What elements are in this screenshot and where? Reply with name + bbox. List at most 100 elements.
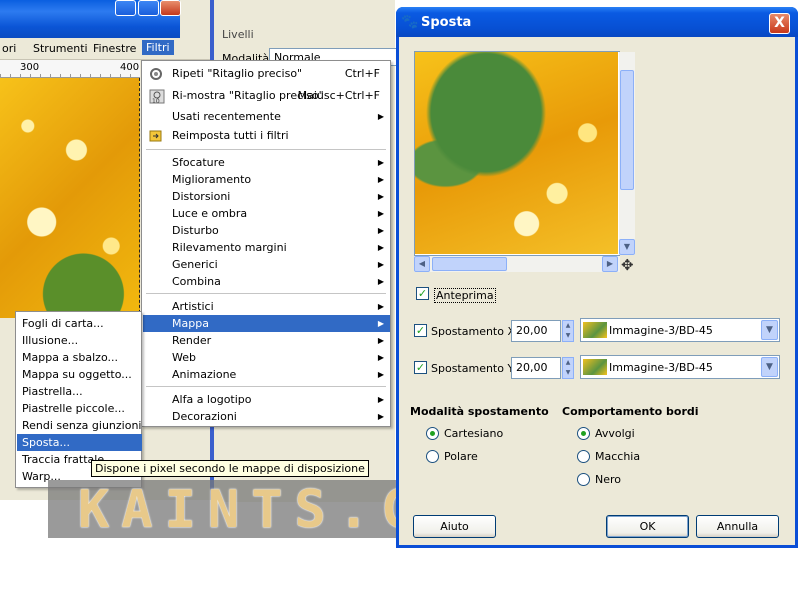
menu-strumenti[interactable]: Strumenti [33, 42, 88, 55]
ruler-label: 300 [20, 62, 40, 73]
menu-item-decorazioni[interactable]: Decorazioni ▶ [143, 408, 390, 425]
close-window-button[interactable] [160, 0, 181, 16]
repeat-filter-icon [149, 67, 163, 80]
submenu-item-mappa-sbalzo[interactable]: Mappa a sbalzo... [17, 349, 142, 366]
menu-item-disturbo[interactable]: Disturbo ▶ [143, 222, 390, 239]
displacement-y-input[interactable]: 20,00 [511, 357, 561, 379]
menu-separator [146, 293, 386, 294]
displacement-x-input[interactable]: 20,00 [511, 320, 561, 342]
submenu-arrow-icon: ▶ [377, 209, 384, 218]
submenu-arrow-icon: ▶ [377, 319, 384, 328]
cancel-button[interactable]: Annulla [696, 515, 779, 538]
shortcut-label: Maiusc+Ctrl+F [297, 89, 380, 102]
menu-item-label: Mappa [172, 317, 209, 330]
radio-wrap[interactable] [577, 427, 590, 440]
displacement-x-spinner[interactable]: ▲ ▼ [562, 320, 574, 342]
maximize-button[interactable] [138, 0, 159, 16]
dialog-body: ▼ ◀ ▶ ✥ ✓ Anteprima ✓ Spostamento X 20,0… [399, 37, 795, 545]
preview-horizontal-scrollbar[interactable]: ◀ ▶ [414, 256, 620, 272]
menu-item-label: Alfa a logotipo [172, 393, 252, 406]
menu-item-animazione[interactable]: Animazione ▶ [143, 366, 390, 383]
menu-partial[interactable]: ori [2, 42, 16, 55]
image-menubar: ori Strumenti Finestre Filtri [0, 38, 210, 60]
menu-item-label: Usati recentemente [172, 110, 281, 123]
scrollbar-thumb[interactable] [620, 70, 634, 190]
preview-checkbox[interactable]: ✓ [416, 287, 429, 300]
scroll-left-icon[interactable]: ◀ [414, 256, 430, 272]
menu-item-rilevamento[interactable]: Rilevamento margini ▶ [143, 239, 390, 256]
navigate-icon[interactable]: ✥ [621, 256, 634, 274]
shortcut-label: Ctrl+F [344, 67, 380, 80]
menu-finestre[interactable]: Finestre [93, 42, 136, 55]
displacement-x-checkbox[interactable]: ✓ [414, 324, 427, 337]
radio-black[interactable] [577, 473, 590, 486]
menu-item-label: Animazione [172, 368, 237, 381]
scrollbar-thumb[interactable] [432, 257, 507, 271]
preview-vertical-scrollbar[interactable]: ▼ [619, 52, 635, 255]
displacement-y-spinner[interactable]: ▲ ▼ [562, 357, 574, 379]
horizontal-ruler: 300 400 [0, 60, 140, 78]
menu-item-label: Distorsioni [172, 190, 231, 203]
preview-image[interactable] [415, 52, 618, 254]
image-canvas[interactable] [0, 78, 140, 318]
submenu-arrow-icon: ▶ [377, 277, 384, 286]
submenu-arrow-icon: ▶ [377, 243, 384, 252]
submenu-item-piastrella[interactable]: Piastrella... [17, 383, 142, 400]
menu-filtri[interactable]: Filtri [142, 40, 174, 55]
dialog-title: Sposta [421, 15, 472, 30]
close-button[interactable]: X [769, 13, 790, 34]
levels-label: Livelli [222, 28, 254, 41]
radio-wrap-label: Avvolgi [595, 427, 635, 440]
submenu-arrow-icon: ▶ [377, 175, 384, 184]
menu-item-luce-ombra[interactable]: Luce e ombra ▶ [143, 205, 390, 222]
menu-item-repeat[interactable]: Ripeti "Ritaglio preciso" Ctrl+F [143, 65, 390, 82]
chevron-down-icon[interactable]: ▼ [761, 357, 778, 377]
menu-item-distorsioni[interactable]: Distorsioni ▶ [143, 188, 390, 205]
menu-item-sfocature[interactable]: Sfocature ▶ [143, 154, 390, 171]
submenu-arrow-icon: ▶ [377, 370, 384, 379]
minimize-button[interactable] [115, 0, 136, 16]
displacement-y-map-select[interactable]: Immagine-3/BD-45 ▼ [580, 355, 780, 379]
menu-item-reshow[interactable]: 10 Ri-mostra "Ritaglio preciso" Maiusc+C… [143, 87, 390, 105]
submenu-item-fogli-carta[interactable]: Fogli di carta... [17, 315, 142, 332]
scroll-down-icon[interactable]: ▼ [619, 239, 635, 255]
filters-menu: Ripeti "Ritaglio preciso" Ctrl+F 10 Ri-m… [141, 60, 391, 427]
help-button[interactable]: Aiuto [413, 515, 496, 538]
submenu-item-illusione[interactable]: Illusione... [17, 332, 142, 349]
menu-item-label: Decorazioni [172, 410, 237, 423]
submenu-item-sposta[interactable]: Sposta... [17, 434, 142, 451]
displacement-y-checkbox[interactable]: ✓ [414, 361, 427, 374]
menu-item-web[interactable]: Web ▶ [143, 349, 390, 366]
menu-item-mappa[interactable]: Mappa ▶ [143, 315, 390, 332]
menu-item-artistici[interactable]: Artistici ▶ [143, 298, 390, 315]
menu-item-recent[interactable]: Usati recentemente ▶ [143, 108, 390, 125]
scroll-right-icon[interactable]: ▶ [602, 256, 618, 272]
submenu-arrow-icon: ▶ [377, 302, 384, 311]
menu-item-label: Web [172, 351, 196, 364]
menu-item-generici[interactable]: Generici ▶ [143, 256, 390, 273]
radio-polar[interactable] [426, 450, 439, 463]
radio-cartesian[interactable] [426, 427, 439, 440]
submenu-item-piastrelle-piccole[interactable]: Piastrelle piccole... [17, 400, 142, 417]
menu-item-alfa-logotipo[interactable]: Alfa a logotipo ▶ [143, 391, 390, 408]
displacement-x-map-select[interactable]: Immagine-3/BD-45 ▼ [580, 318, 780, 342]
menu-item-combina[interactable]: Combina ▶ [143, 273, 390, 290]
submenu-item-senza-giunzioni[interactable]: Rendi senza giunzioni [17, 417, 142, 434]
submenu-item-mappa-oggetto[interactable]: Mappa su oggetto... [17, 366, 142, 383]
svg-text:10: 10 [152, 98, 160, 104]
ok-button[interactable]: OK [606, 515, 689, 538]
radio-cartesian-label: Cartesiano [444, 427, 504, 440]
displacement-x-label: Spostamento X [431, 325, 516, 338]
dialog-titlebar[interactable]: 🐾 Sposta X [396, 7, 798, 37]
menu-item-miglioramento[interactable]: Miglioramento ▶ [143, 171, 390, 188]
chevron-down-icon[interactable]: ▼ [761, 320, 778, 340]
menu-item-label: Sfocature [172, 156, 225, 169]
menu-item-label: Generici [172, 258, 218, 271]
submenu-arrow-icon: ▶ [377, 226, 384, 235]
menu-item-reset[interactable]: Reimposta tutti i filtri [143, 127, 390, 144]
menu-item-label: Miglioramento [172, 173, 252, 186]
menu-item-render[interactable]: Render ▶ [143, 332, 390, 349]
submenu-arrow-icon: ▶ [377, 260, 384, 269]
radio-smear[interactable] [577, 450, 590, 463]
submenu-arrow-icon: ▶ [377, 336, 384, 345]
